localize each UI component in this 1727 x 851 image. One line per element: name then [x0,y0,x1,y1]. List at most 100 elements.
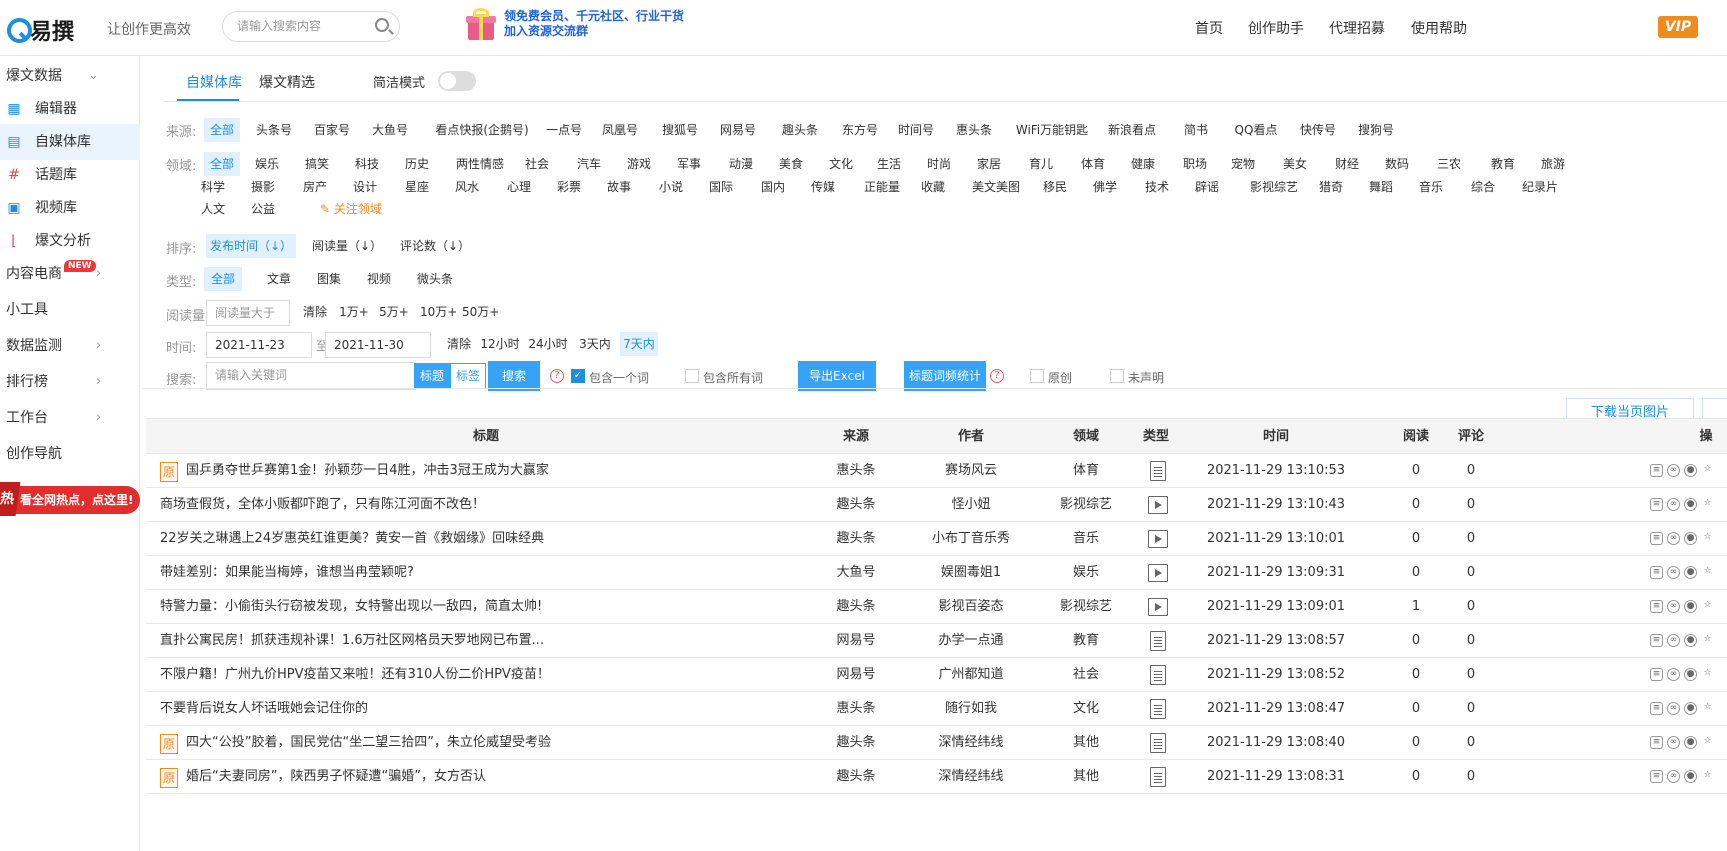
sidebar-item-videos[interactable]: ▣ 视频库 [0,190,140,226]
filter-chip[interactable]: 时间号 [896,118,936,142]
row-author[interactable]: 办学一点通 [906,624,1036,658]
link-icon[interactable]: ∞ [1667,736,1680,749]
sidebar-item-editor[interactable]: ▦ 编辑器 [0,91,140,127]
filter-chip[interactable]: 凤凰号 [598,118,642,142]
row-title[interactable]: 特警力量：小偷街头行窃被发现，女特警出现以一敌四，简直太帅! [160,590,542,624]
filter-chip[interactable]: 国内 [758,175,788,199]
row-title[interactable]: 直扑公寓民房！抓获违规补课！1.6万社区网格员天罗地网已布置... [160,624,544,658]
filter-chip[interactable]: 收藏 [918,175,948,199]
filter-chip[interactable]: 国际 [706,175,736,199]
filter-chip[interactable]: 旅游 [1538,152,1568,176]
col-author[interactable]: 作者 [906,419,1036,455]
filter-chip[interactable]: 24小时 [528,332,568,356]
filter-chip[interactable]: 影视综艺 [1246,175,1302,199]
filter-chip[interactable]: 纪录片 [1520,175,1560,199]
filter-chip[interactable]: 搜狗号 [1354,118,1398,142]
filter-chip[interactable]: 搜狐号 [658,118,702,142]
row-author[interactable]: 随行如我 [906,692,1036,726]
star-icon[interactable]: ☆ [1701,668,1714,681]
filter-chip[interactable]: 3天内 [578,332,612,356]
star-icon[interactable]: ☆ [1701,566,1714,579]
edit-icon[interactable]: ≡ [1650,702,1663,715]
link-icon[interactable]: ∞ [1667,668,1680,681]
filter-chip[interactable]: 美食 [776,152,806,176]
filter-chip[interactable]: 人文 [198,197,228,221]
row-author[interactable]: 深情经纬线 [906,726,1036,760]
filter-chip[interactable]: 佛学 [1090,175,1120,199]
filter-chip[interactable]: 风水 [452,175,482,199]
filter-chip[interactable]: 微头条 [414,267,456,291]
col-type[interactable]: 类型 [1131,419,1181,455]
keyword-input[interactable]: 请输入关键词 [206,362,416,390]
sort-comments[interactable]: 评论数（↓） [398,234,472,258]
link-icon[interactable]: ∞ [1667,634,1680,647]
star-icon[interactable]: ☆ [1701,634,1714,647]
edit-icon[interactable]: ≡ [1650,736,1663,749]
settings-icon[interactable]: ● [1684,566,1697,579]
nav-agent-recruit[interactable]: 代理招募 [1329,18,1385,38]
star-icon[interactable]: ☆ [1701,498,1714,511]
promo-banner[interactable]: 领免费会员、千元社区、行业干货 加入资源交流群 [466,8,684,40]
filter-chip[interactable]: QQ看点 [1228,118,1284,142]
row-title[interactable]: 商场查假货，全体小贩都吓跑了，只有陈江河面不改色！ [160,488,485,522]
filter-chip[interactable]: 猎奇 [1316,175,1346,199]
original-checkbox[interactable] [1030,369,1044,383]
settings-icon[interactable]: ● [1684,498,1697,511]
row-author[interactable]: 怪小妞 [906,488,1036,522]
filter-chip[interactable]: 惠头条 [954,118,994,142]
filter-chip[interactable]: 7天内 [620,332,658,356]
star-icon[interactable]: ☆ [1701,736,1714,749]
filter-chip[interactable]: 趣头条 [778,118,822,142]
filter-chip[interactable]: 清除 [444,332,474,356]
sidebar-item-topics[interactable]: # 话题库 [0,157,140,193]
search-by-title[interactable]: 标题 [414,363,450,389]
settings-icon[interactable]: ● [1684,464,1697,477]
filter-chip[interactable]: 视频 [364,267,394,291]
filter-chip[interactable]: 10万+ [420,300,457,324]
filter-chip[interactable]: 清除 [300,300,330,324]
filter-chip[interactable]: 技术 [1142,175,1172,199]
search-button[interactable]: 搜索 [488,361,540,391]
filter-chip[interactable]: 小说 [656,175,686,199]
link-icon[interactable]: ∞ [1667,532,1680,545]
filter-chip[interactable]: 综合 [1468,175,1498,199]
follow-domain-link[interactable]: ✎ 关注领域 [320,197,382,221]
star-icon[interactable]: ☆ [1701,770,1714,783]
row-author[interactable]: 小布丁音乐秀 [906,522,1036,556]
col-source[interactable]: 来源 [826,419,886,455]
settings-icon[interactable]: ● [1684,532,1697,545]
filter-chip[interactable]: 科学 [198,175,228,199]
filter-chip[interactable]: 社会 [522,152,552,176]
filter-chip[interactable]: 摄影 [248,175,278,199]
filter-chip[interactable]: 大鱼号 [372,118,408,142]
filter-chip[interactable]: 生活 [874,152,904,176]
col-comments[interactable]: 评论 [1451,419,1491,455]
filter-chip[interactable]: 教育 [1488,152,1518,176]
filter-chip[interactable]: 体育 [1078,152,1108,176]
filter-chip[interactable]: 搞笑 [302,152,332,176]
star-icon[interactable]: ☆ [1701,464,1714,477]
sidebar-item-analysis[interactable]: ⌊ 爆文分析 [0,223,140,259]
vip-badge[interactable]: VIP [1658,16,1698,38]
filter-chip[interactable]: 文章 [264,267,294,291]
row-author[interactable]: 影视百姿态 [906,590,1036,624]
reads-min-input[interactable]: 阅读量大于 [206,300,290,326]
filter-chip[interactable]: 东方号 [838,118,882,142]
sidebar-item-rankings[interactable]: 排行榜 › [0,364,140,400]
link-icon[interactable]: ∞ [1667,498,1680,511]
filter-chip[interactable]: 全部 [204,267,242,291]
tab-media-library[interactable]: 自媒体库 [186,72,242,92]
filter-chip[interactable]: 舞蹈 [1366,175,1396,199]
nav-home[interactable]: 首页 [1195,18,1223,38]
date-from-input[interactable]: 2021-11-23 00:00 [206,332,312,376]
global-search-input[interactable]: 请输入搜索内容 [222,11,400,42]
filter-chip[interactable]: 音乐 [1416,175,1446,199]
nav-help[interactable]: 使用帮助 [1411,18,1467,38]
edit-icon[interactable]: ≡ [1650,566,1663,579]
filter-chip[interactable]: 时尚 [924,152,954,176]
filter-chip[interactable]: 简书 [1178,118,1214,142]
edit-icon[interactable]: ≡ [1650,532,1663,545]
filter-chip[interactable]: 宠物 [1228,152,1258,176]
filter-chip[interactable]: 5万+ [378,300,410,324]
filter-chip[interactable]: 头条号 [254,118,294,142]
